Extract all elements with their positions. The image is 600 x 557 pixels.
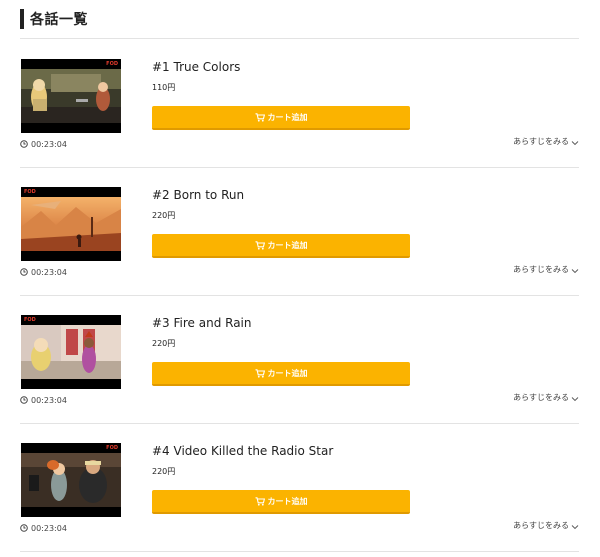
fod-logo: FOD	[24, 189, 36, 195]
episode-thumbnail-3[interactable]: FOD	[21, 315, 121, 389]
episode-title[interactable]: #3 Fire and Rain	[152, 316, 252, 330]
episode-duration: 00:23:04	[20, 522, 67, 534]
synopsis-label: あらすじをみる	[513, 265, 569, 274]
episode-item-3: FOD 00:23:04 #3 Fire and Rain 220円 カート追加…	[20, 296, 579, 424]
cart-icon	[255, 368, 265, 378]
episode-price: 220円	[152, 339, 176, 348]
synopsis-toggle[interactable]: あらすじをみる	[513, 264, 579, 275]
chevron-down-icon	[571, 395, 579, 401]
add-to-cart-button[interactable]: カート追加	[152, 106, 410, 130]
episode-duration: 00:23:04	[20, 394, 67, 406]
add-to-cart-button[interactable]: カート追加	[152, 362, 410, 386]
episode-item-4: FOD 00:23:04 #4 Video Killed the Radio S…	[20, 424, 579, 552]
episode-item-1: FOD 00:23:04 #1 True Colors 110円 カート追加 あ…	[20, 40, 579, 168]
cart-button-label: カート追加	[267, 240, 308, 250]
synopsis-toggle[interactable]: あらすじをみる	[513, 392, 579, 403]
episode-price: 110円	[152, 83, 176, 92]
duration-text: 00:23:04	[31, 395, 67, 405]
episode-divider	[20, 551, 579, 552]
episode-duration: 00:23:04	[20, 266, 67, 278]
cart-button-label: カート追加	[267, 496, 308, 506]
episode-thumbnail-2[interactable]: FOD	[21, 187, 121, 261]
thumbnail-image	[21, 325, 121, 379]
chevron-down-icon	[571, 523, 579, 529]
duration-text: 00:23:04	[31, 139, 67, 149]
episode-price: 220円	[152, 467, 176, 476]
title-accent-bar	[20, 9, 24, 29]
episode-thumbnail-1[interactable]: FOD	[21, 59, 121, 133]
cart-icon	[255, 496, 265, 506]
episode-item-2: FOD 00:23:04 #2 Born to Run 220円 カート追加 あ…	[20, 168, 579, 296]
chevron-down-icon	[571, 139, 579, 145]
fod-logo: FOD	[106, 445, 118, 451]
episode-price: 220円	[152, 211, 176, 220]
page-title: 各話一覧	[30, 12, 88, 28]
cart-button-label: カート追加	[267, 368, 308, 378]
episode-title[interactable]: #4 Video Killed the Radio Star	[152, 444, 333, 458]
cart-icon	[255, 240, 265, 250]
thumbnail-image	[21, 69, 121, 123]
clock-icon	[20, 268, 28, 276]
duration-text: 00:23:04	[31, 267, 67, 277]
synopsis-toggle[interactable]: あらすじをみる	[513, 520, 579, 531]
clock-icon	[20, 524, 28, 532]
episode-title[interactable]: #1 True Colors	[152, 60, 240, 74]
duration-text: 00:23:04	[31, 523, 67, 533]
thumbnail-image	[21, 197, 121, 251]
add-to-cart-button[interactable]: カート追加	[152, 490, 410, 514]
episode-thumbnail-4[interactable]: FOD	[21, 443, 121, 517]
cart-icon	[255, 112, 265, 122]
episode-title[interactable]: #2 Born to Run	[152, 188, 244, 202]
fod-logo: FOD	[24, 317, 36, 323]
section-header: 各話一覧	[20, 9, 88, 29]
synopsis-label: あらすじをみる	[513, 137, 569, 146]
synopsis-label: あらすじをみる	[513, 393, 569, 402]
title-divider	[20, 38, 579, 39]
clock-icon	[20, 140, 28, 148]
thumbnail-image	[21, 453, 121, 507]
synopsis-toggle[interactable]: あらすじをみる	[513, 136, 579, 147]
add-to-cart-button[interactable]: カート追加	[152, 234, 410, 258]
chevron-down-icon	[571, 267, 579, 273]
synopsis-label: あらすじをみる	[513, 521, 569, 530]
cart-button-label: カート追加	[267, 112, 308, 122]
clock-icon	[20, 396, 28, 404]
episode-duration: 00:23:04	[20, 138, 67, 150]
fod-logo: FOD	[106, 61, 118, 67]
